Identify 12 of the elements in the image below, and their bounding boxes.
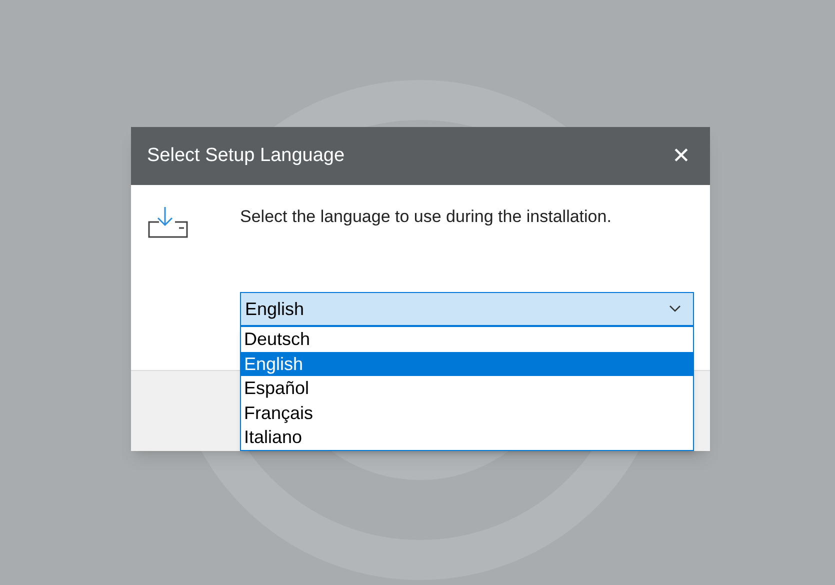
chevron-down-icon <box>669 305 681 313</box>
language-option[interactable]: English <box>241 352 693 376</box>
window-title: Select Setup Language <box>147 144 345 168</box>
install-icon <box>147 205 189 241</box>
language-option[interactable]: Español <box>241 376 693 400</box>
language-option[interactable]: Italiano <box>241 425 693 450</box>
selected-language: English <box>245 298 304 321</box>
language-dropdown[interactable]: English <box>240 292 694 326</box>
close-button[interactable]: ✕ <box>668 145 694 167</box>
language-option[interactable]: Français <box>241 400 693 425</box>
language-option[interactable]: Deutsch <box>241 327 693 352</box>
instruction-text: Select the language to use during the installation. <box>240 206 612 228</box>
